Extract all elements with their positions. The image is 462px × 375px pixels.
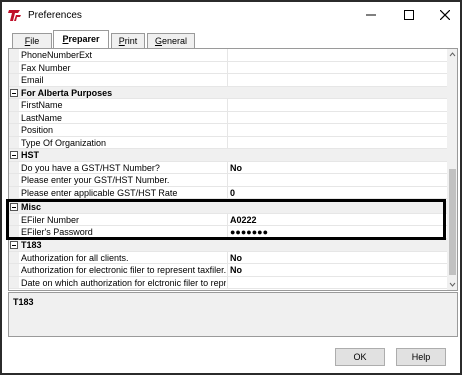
- property-name: EFiler's Password: [21, 227, 93, 237]
- vertical-scrollbar[interactable]: [447, 49, 457, 290]
- property-value[interactable]: No: [230, 253, 242, 263]
- property-value[interactable]: No: [230, 163, 242, 173]
- property-row[interactable]: LastName: [9, 111, 447, 124]
- maximize-button[interactable]: [391, 2, 427, 28]
- category-name: HST: [21, 150, 39, 160]
- maximize-icon: [404, 10, 414, 20]
- tab-preparer[interactable]: Preparer: [53, 30, 109, 48]
- category-row-alberta[interactable]: For Alberta Purposes: [9, 86, 447, 99]
- tab-strip: File Preparer Print General: [8, 30, 458, 48]
- property-row[interactable]: Date on which authorization for elctroni…: [9, 276, 447, 289]
- collapse-icon[interactable]: [10, 88, 18, 97]
- category-name: T183: [21, 240, 42, 250]
- property-row[interactable]: Please enter applicable GST/HST Rate 0: [9, 186, 447, 199]
- property-row[interactable]: Type Of Organization: [9, 136, 447, 149]
- collapse-icon[interactable]: [10, 151, 18, 159]
- chevron-down-icon: [449, 282, 456, 287]
- property-name: Fax Number: [21, 62, 71, 73]
- property-row-efiler-number[interactable]: EFiler Number A0222: [9, 213, 447, 226]
- category-row-t183[interactable]: T183: [9, 239, 447, 252]
- tab-general[interactable]: General: [147, 33, 195, 48]
- property-row[interactable]: Fax Number: [9, 61, 447, 74]
- property-row[interactable]: Do you have a GST/HST Number? No: [9, 161, 447, 174]
- property-row[interactable]: Authorization for electronic filer to re…: [9, 264, 447, 277]
- efiler-password-value[interactable]: ●●●●●●●: [230, 227, 268, 237]
- scroll-down-button[interactable]: [447, 279, 457, 290]
- property-name: Position: [21, 125, 54, 135]
- category-row-hst[interactable]: HST: [9, 149, 447, 162]
- category-name: For Alberta Purposes: [21, 87, 113, 98]
- property-name: EFiler Number: [21, 214, 80, 225]
- property-name: Authorization for all clients.: [21, 252, 129, 263]
- close-button[interactable]: [427, 2, 462, 28]
- description-title: T183: [13, 297, 34, 307]
- close-icon: [440, 10, 450, 20]
- preferences-window: Preferences File Preparer Print General …: [0, 0, 462, 375]
- minimize-icon: [366, 14, 376, 16]
- help-button[interactable]: Help: [396, 348, 446, 366]
- minimize-button[interactable]: [353, 2, 389, 28]
- property-name: Please enter your GST/HST Number.: [21, 175, 170, 185]
- ok-button[interactable]: OK: [335, 348, 385, 366]
- property-row[interactable]: FirstName: [9, 99, 447, 112]
- scroll-thumb[interactable]: [449, 169, 456, 275]
- property-name: FirstName: [21, 100, 63, 110]
- property-row[interactable]: Please enter your GST/HST Number.: [9, 174, 447, 187]
- property-row[interactable]: Position: [9, 124, 447, 137]
- property-name: Email: [21, 75, 44, 85]
- app-logo-icon: [8, 8, 22, 22]
- property-name: Do you have a GST/HST Number?: [21, 162, 160, 173]
- property-row-efiler-password[interactable]: EFiler's Password ●●●●●●●: [9, 226, 447, 239]
- property-value[interactable]: 0: [230, 188, 235, 198]
- property-name: Date on which authorization for elctroni…: [21, 277, 226, 288]
- property-row[interactable]: PhoneNumberExt: [9, 49, 447, 62]
- property-name: LastName: [21, 112, 63, 123]
- collapse-icon[interactable]: [10, 203, 18, 211]
- property-row[interactable]: Email: [9, 74, 447, 87]
- chevron-up-icon: [449, 52, 456, 57]
- property-panel: PhoneNumberExt Fax Number Email For Albe…: [8, 48, 458, 291]
- property-name: Authorization for electronic filer to re…: [21, 265, 226, 275]
- property-name: Please enter applicable GST/HST Rate: [21, 187, 178, 198]
- property-name: PhoneNumberExt: [21, 50, 93, 60]
- property-grid: PhoneNumberExt Fax Number Email For Albe…: [9, 49, 447, 290]
- efiler-number-value[interactable]: A0222: [230, 215, 257, 225]
- tab-print[interactable]: Print: [111, 33, 145, 48]
- category-row-misc[interactable]: Misc: [9, 201, 447, 214]
- tab-file[interactable]: File: [12, 33, 52, 48]
- property-row[interactable]: Authorization for all clients. No: [9, 251, 447, 264]
- description-pane: T183: [8, 292, 458, 337]
- property-name: Type Of Organization: [21, 137, 107, 148]
- property-value[interactable]: No: [230, 265, 242, 275]
- window-title: Preferences: [28, 10, 82, 21]
- collapse-icon[interactable]: [10, 241, 18, 249]
- category-name: Misc: [21, 202, 42, 212]
- scroll-up-button[interactable]: [447, 49, 457, 60]
- title-bar[interactable]: Preferences: [2, 2, 460, 28]
